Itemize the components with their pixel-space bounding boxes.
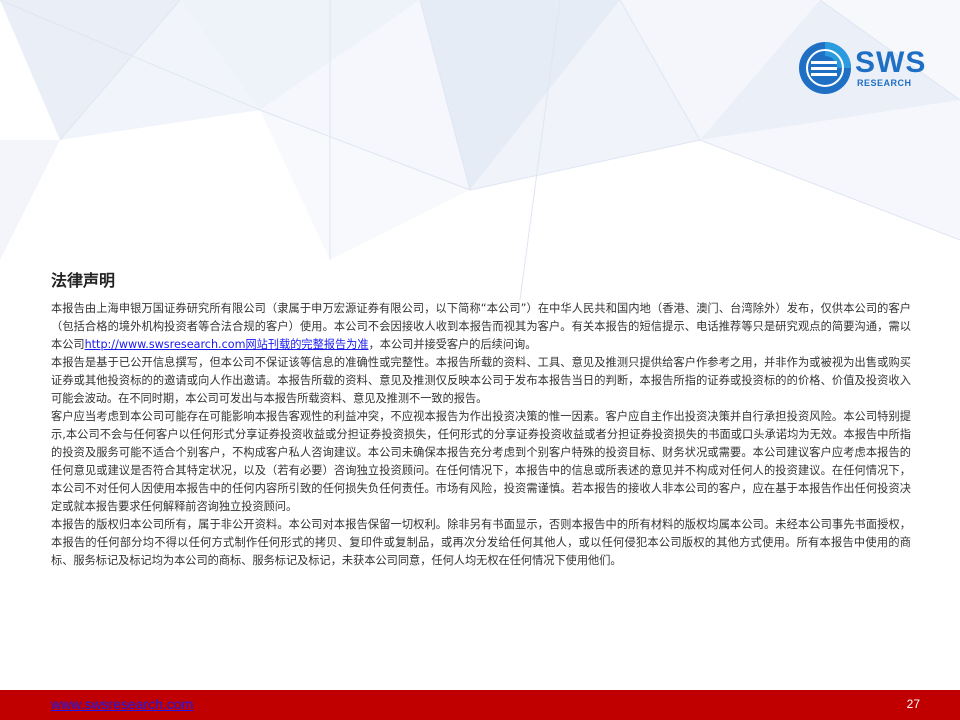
legal-disclaimer-section: 法律声明 本报告由上海申银万国证券研究所有限公司（隶属于申万宏源证券有限公司，以… xyxy=(51,270,911,570)
footer-bar: www.swsresearch.com 27 xyxy=(0,690,960,720)
disclaimer-paragraph-4: 本报告的版权归本公司所有，属于非公开资料。本公司对本报告保留一切权利。除非另有书… xyxy=(51,518,911,567)
swsresearch-report-link[interactable]: http://www.swsresearch.com网站刊载的完整报告为准 xyxy=(85,338,369,351)
sws-research-logo: SWS RESEARCH xyxy=(797,40,937,96)
website-link[interactable]: www.swsresearch.com xyxy=(51,696,193,712)
page-number: 27 xyxy=(906,697,920,711)
logo-subtext: RESEARCH xyxy=(857,78,912,88)
paragraph-text: ，本公司并接受客户的后续问询。 xyxy=(368,338,537,351)
disclaimer-paragraph-3: 客户应当考虑到本公司可能存在可能影响本报告客观性的利益冲突，不应视本报告为作出投… xyxy=(51,410,911,513)
logo-text: SWS xyxy=(855,46,927,79)
sws-logo-icon xyxy=(799,42,851,94)
disclaimer-paragraph-1: 本报告由上海申银万国证券研究所有限公司（隶属于申万宏源证券有限公司，以下简称“本… xyxy=(51,300,911,354)
page-title: 法律声明 xyxy=(51,271,116,290)
disclaimer-paragraph-2: 本报告是基于已公开信息撰写，但本公司不保证该等信息的准确性或完整性。本报告所载的… xyxy=(51,356,911,405)
